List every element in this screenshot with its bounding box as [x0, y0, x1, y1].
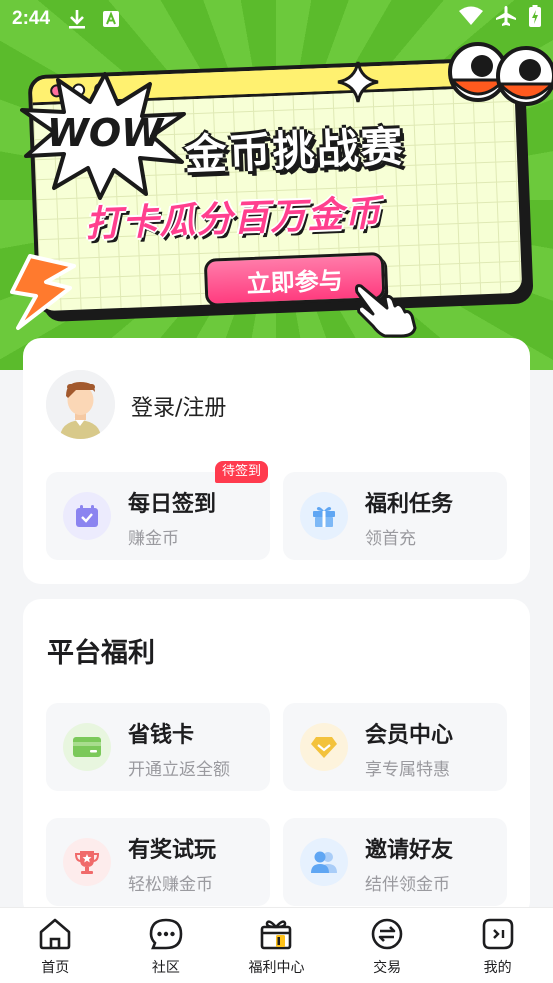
wifi-icon: [459, 6, 483, 32]
tile-subtitle: 结伴领金币: [365, 875, 450, 895]
login-register-link[interactable]: 登录/注册: [131, 390, 226, 422]
tab-community[interactable]: 社区: [111, 908, 222, 983]
home-icon: [38, 918, 72, 954]
tile-title: 有奖试玩: [128, 838, 217, 863]
gift-box-icon: [259, 918, 293, 954]
tab-mine[interactable]: 我的: [442, 908, 553, 983]
tab-label: 福利中心: [248, 960, 305, 976]
battery-icon: [529, 5, 541, 33]
promo-banner[interactable]: 2:44 金币挑战赛 打卡瓜分百万金币 立即参与 WOW: [0, 0, 553, 370]
tab-label: 社区: [151, 960, 180, 976]
savings-card-tile[interactable]: 省钱卡 开通立返全额: [46, 703, 270, 791]
tile-subtitle: 轻松赚金币: [128, 875, 213, 895]
invite-friends-tile[interactable]: 邀请好友 结伴领金币: [283, 818, 507, 906]
platform-benefits-card: 平台福利 省钱卡 开通立返全额 会员中心 享专属特惠 有奖试玩 轻松赚金币 邀请…: [23, 599, 530, 919]
tile-title: 每日签到: [128, 492, 217, 517]
user-card: 登录/注册 每日签到 赚金币 待签到 福利任务 领首充: [23, 338, 530, 584]
lightning-bolt-icon: [10, 252, 80, 336]
app-notification-icon: [100, 8, 122, 30]
cartoon-eyes-icon: [448, 36, 553, 112]
welfare-task-tile[interactable]: 福利任务 领首充: [283, 472, 507, 560]
member-center-tile[interactable]: 会员中心 享专属特惠: [283, 703, 507, 791]
gift-icon: [300, 492, 348, 540]
bottom-tab-bar: 首页 社区 福利中心 交易 我的: [0, 907, 553, 983]
section-title: 平台福利: [47, 638, 155, 669]
status-bar: 2:44: [0, 0, 553, 38]
tile-subtitle: 领首充: [365, 529, 416, 549]
users-icon: [300, 838, 348, 886]
diamond-icon: [300, 723, 348, 771]
tab-label: 首页: [41, 960, 70, 976]
tile-subtitle: 赚金币: [128, 529, 179, 549]
avatar[interactable]: [46, 370, 115, 439]
pending-checkin-badge: 待签到: [215, 461, 269, 483]
tile-subtitle: 享专属特惠: [365, 760, 450, 780]
tile-title: 福利任务: [365, 492, 454, 517]
tab-label: 交易: [373, 960, 402, 976]
tile-title: 会员中心: [365, 723, 454, 748]
trial-play-tile[interactable]: 有奖试玩 轻松赚金币: [46, 818, 270, 906]
status-time: 2:44: [12, 8, 51, 29]
poster-title: 金币挑战赛: [183, 122, 406, 180]
daily-checkin-tile[interactable]: 每日签到 赚金币 待签到: [46, 461, 270, 560]
airplane-mode-icon: [495, 5, 517, 33]
pointing-hand-icon: [355, 278, 419, 342]
trophy-icon: [63, 838, 111, 886]
wow-text: WOW: [47, 111, 165, 155]
calendar-check-icon: [63, 492, 111, 540]
sparkle-icon: [336, 60, 380, 108]
tab-label: 我的: [483, 960, 512, 976]
profile-icon: [481, 918, 515, 954]
tile-title: 邀请好友: [365, 838, 454, 863]
wow-burst-icon: WOW: [20, 70, 190, 204]
exchange-icon: [370, 918, 404, 954]
card-icon: [63, 723, 111, 771]
download-icon: [66, 8, 88, 30]
tab-trade[interactable]: 交易: [332, 908, 443, 983]
tile-subtitle: 开通立返全额: [128, 760, 230, 780]
chat-icon: [149, 918, 183, 954]
tab-welfare-center[interactable]: 福利中心: [221, 908, 332, 983]
tile-title: 省钱卡: [128, 723, 195, 748]
tab-home[interactable]: 首页: [0, 908, 111, 983]
